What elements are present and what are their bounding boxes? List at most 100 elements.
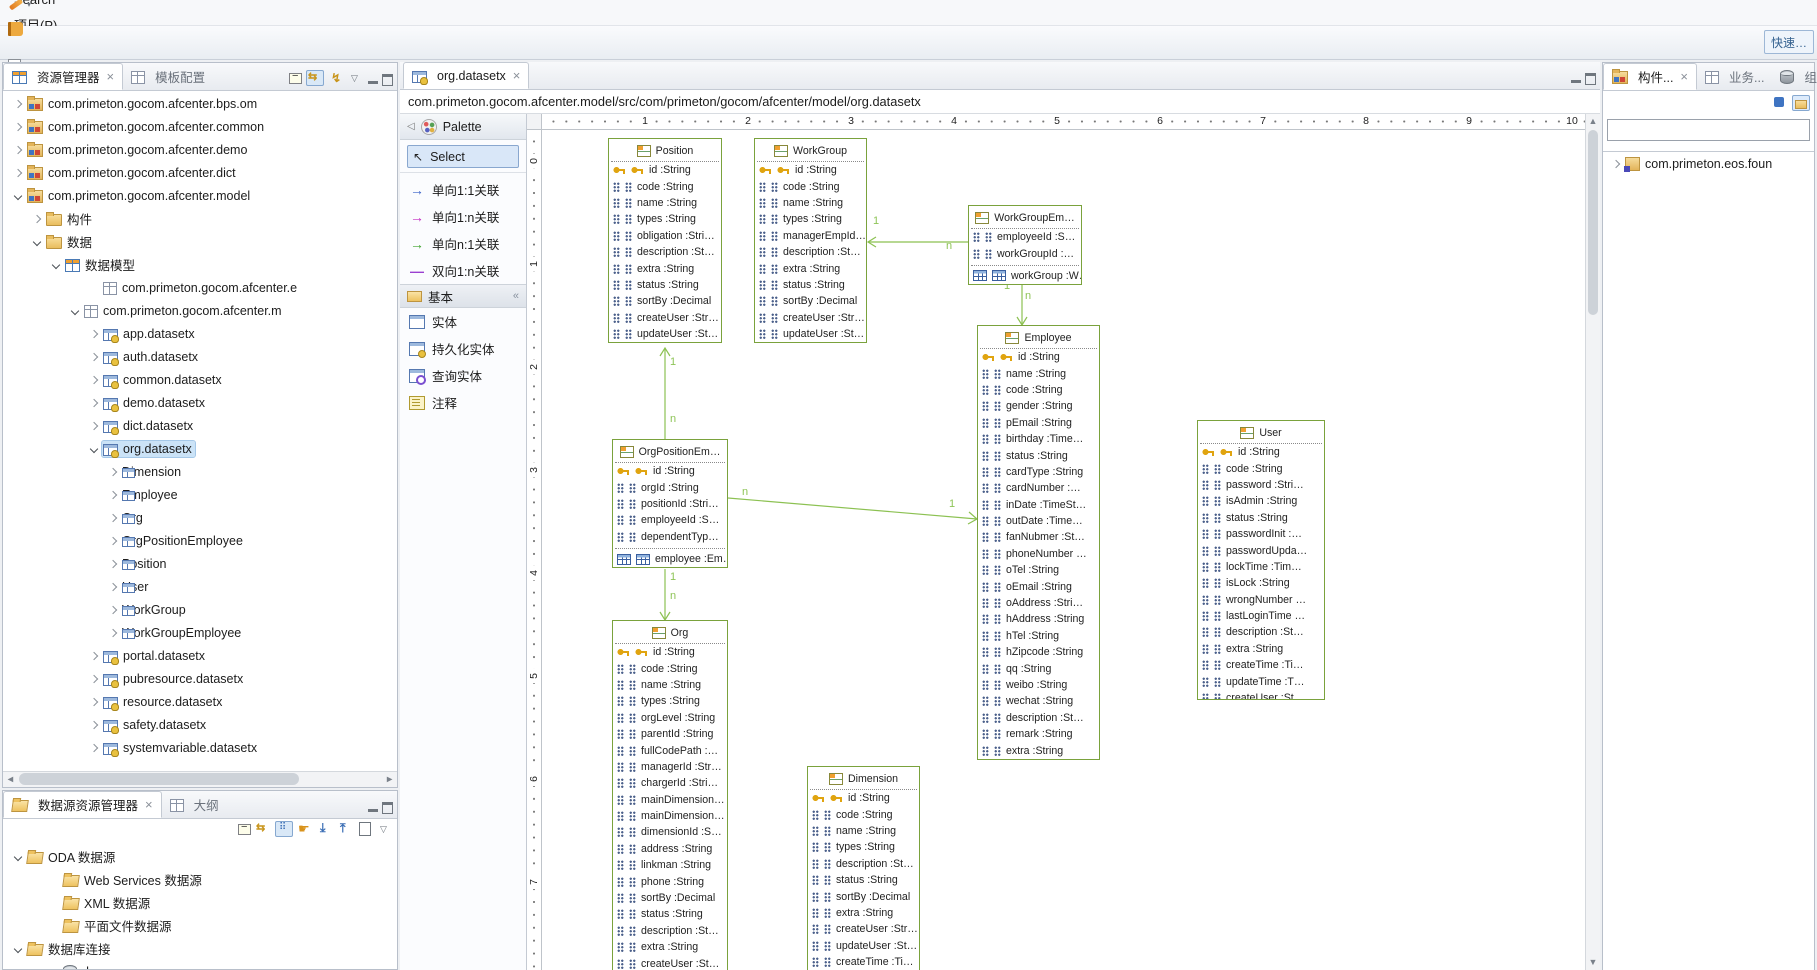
entity-employee[interactable]: Employee id :String name :String	[977, 325, 1100, 760]
entity-field-row[interactable]: code :String	[613, 660, 727, 676]
entity-dimension[interactable]: Dimension id :String code :String	[807, 766, 920, 970]
explorer-hscrollbar[interactable]: ◂ ▸	[3, 771, 397, 787]
entity-field-row[interactable]: sortBy :Decimal	[609, 293, 721, 309]
palette-tool-entity[interactable]: 实体	[400, 308, 526, 335]
entity-field-row[interactable]: chargerId :Stri…	[613, 775, 727, 791]
palette-tool-select[interactable]: ↖ Select	[407, 145, 519, 168]
link-with-editor-icon[interactable]	[255, 822, 271, 836]
diagram-canvas[interactable]: 1 n 1 n 1 n n 1 1 n Position	[542, 130, 1585, 970]
collapse-all-icon[interactable]	[289, 73, 302, 84]
entity-field-row[interactable]: createUser :Str…	[609, 310, 721, 326]
entity-field-row[interactable]: orgId :String	[613, 479, 727, 495]
entity-field-row[interactable]: types :String	[755, 211, 866, 227]
expander-icon[interactable]	[89, 420, 100, 431]
entity-field-row[interactable]: name :String	[609, 195, 721, 211]
tree-item[interactable]: demo	[3, 960, 397, 969]
entity-position[interactable]: Position id :String code :String	[608, 138, 722, 343]
entity-field-row[interactable]: createUser :Str…	[808, 921, 919, 937]
expander-icon[interactable]	[108, 604, 119, 615]
entity-field-row[interactable]: createUser :St…	[1198, 690, 1324, 700]
expander-icon[interactable]	[1611, 158, 1622, 169]
entity-field-row[interactable]: description :St…	[609, 244, 721, 260]
expander-icon[interactable]	[49, 920, 60, 931]
entity-field-row[interactable]: code :String	[1198, 460, 1324, 476]
tree-item[interactable]: Web Services 数据源	[3, 868, 397, 891]
expander-icon[interactable]	[13, 144, 24, 155]
expander-icon[interactable]	[108, 466, 119, 477]
entity-field-row[interactable]: gender :String	[978, 398, 1099, 414]
palette-section-basic[interactable]: 基本 «	[400, 284, 526, 308]
entity-field-row[interactable]: cardType :String	[978, 464, 1099, 480]
entity-field-row[interactable]: code :String	[978, 382, 1099, 398]
tab-resource-explorer[interactable]: 资源管理器 ×	[3, 63, 123, 90]
entity-field-row[interactable]: fanNubmer :St…	[978, 529, 1099, 545]
entity-org[interactable]: Org id :String code :String	[612, 620, 728, 970]
editor-tab-org-datasetx[interactable]: org.datasetx ×	[403, 62, 529, 89]
expander-icon[interactable]	[32, 236, 43, 247]
expander-icon[interactable]	[49, 966, 60, 969]
entity-field-row[interactable]: oEmail :String	[978, 578, 1099, 594]
entity-field-row[interactable]: pEmail :String	[978, 415, 1099, 431]
tree-item[interactable]: com.primeton.eos.foun	[1603, 152, 1814, 175]
entity-field-row[interactable]: workGroupId :…	[969, 245, 1081, 261]
tree-item[interactable]: com.primeton.gocom.afcenter.demo	[3, 138, 397, 161]
format-button[interactable]	[5, 0, 77, 17]
tree-item[interactable]: XML 数据源	[3, 891, 397, 914]
tree-item[interactable]: 数据	[3, 230, 397, 253]
entity-field-row[interactable]: remark :String	[978, 726, 1099, 742]
tab-outline[interactable]: 大纲	[162, 791, 227, 818]
entity-field-row[interactable]: managerEmpId…	[755, 228, 866, 244]
entity-field-row[interactable]: linkman :String	[613, 857, 727, 873]
entity-field-row[interactable]: employeeId :S…	[613, 512, 727, 528]
tree-item[interactable]: org.datasetx	[3, 437, 397, 460]
tree-item[interactable]: WorkGroupEmployee	[3, 621, 397, 644]
minimize-icon[interactable]	[1571, 80, 1581, 83]
entity-field-row[interactable]: id :String	[808, 790, 919, 806]
entity-field-row[interactable]: phoneNumber …	[978, 546, 1099, 562]
breadcrumb[interactable]: com.primeton.gocom.afcenter.model/src/co…	[400, 90, 1600, 114]
entity-field-row[interactable]: wrongNumber …	[1198, 592, 1324, 608]
tree-item[interactable]: resource.datasetx	[3, 690, 397, 713]
scroll-up-icon[interactable]: ▲	[1586, 114, 1600, 129]
expander-icon[interactable]	[89, 650, 100, 661]
expander-icon[interactable]	[13, 98, 24, 109]
entity-field-row[interactable]: isAdmin :String	[1198, 493, 1324, 509]
expander-icon[interactable]	[13, 851, 24, 862]
entity-field-row[interactable]: inDate :TimeSt…	[978, 497, 1099, 513]
palette-tool-entity[interactable]: 查询实体	[400, 362, 526, 389]
tree-item[interactable]: 平面文件数据源	[3, 914, 397, 937]
expander-icon[interactable]	[89, 374, 100, 385]
tree-item[interactable]: com.primeton.gocom.afcenter.m	[3, 299, 397, 322]
entity-field-row[interactable]: createTime :Ti…	[808, 954, 919, 970]
tree-item[interactable]: Dimension	[3, 460, 397, 483]
entity-field-row[interactable]: cardNumber :…	[978, 480, 1099, 496]
maximize-icon[interactable]	[382, 802, 393, 814]
expander-icon[interactable]	[89, 673, 100, 684]
tree-item[interactable]: 构件	[3, 207, 397, 230]
entity-field-row[interactable]: managerId :Str…	[613, 759, 727, 775]
tree-item[interactable]: dict.datasetx	[3, 414, 397, 437]
library-button[interactable]	[5, 17, 77, 41]
expander-icon[interactable]	[70, 305, 81, 316]
expander-icon[interactable]	[13, 167, 24, 178]
expander-icon[interactable]	[89, 443, 100, 454]
entity-field-row[interactable]: extra :String	[613, 939, 727, 955]
entity-field-row[interactable]: status :String	[609, 277, 721, 293]
expander-icon[interactable]	[89, 397, 100, 408]
entity-field-row[interactable]: createUser :Str…	[755, 310, 866, 326]
entity-field-row[interactable]: status :String	[1198, 510, 1324, 526]
tree-item[interactable]: app.datasetx	[3, 322, 397, 345]
tree-item[interactable]: systemvariable.datasetx	[3, 736, 397, 759]
scrollbar-thumb[interactable]	[1588, 130, 1598, 315]
entity-field-row[interactable]: workGroup :W…	[969, 268, 1081, 284]
export-icon[interactable]	[337, 822, 353, 836]
expander-icon[interactable]	[89, 282, 100, 293]
tree-item[interactable]: WorkGroup	[3, 598, 397, 621]
entity-field-row[interactable]	[971, 262, 1079, 266]
entity-field-row[interactable]: passwordUpda…	[1198, 542, 1324, 558]
expander-icon[interactable]	[89, 719, 100, 730]
entity-field-row[interactable]: name :String	[613, 677, 727, 693]
horizontal-ruler[interactable]: 1 2 3 4 5 6 7 8 9 10	[542, 114, 1585, 130]
tree-item[interactable]: OrgPositionEmployee	[3, 529, 397, 552]
entity-field-row[interactable]: fullCodePath :…	[613, 742, 727, 758]
